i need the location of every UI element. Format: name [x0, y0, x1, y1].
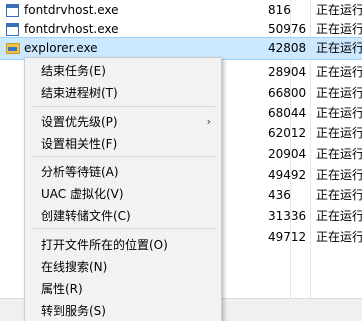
app-window-icon: [6, 0, 22, 21]
properties-item[interactable]: 属性(R): [25, 278, 221, 300]
chevron-right-icon: ›: [206, 115, 211, 128]
menu-item-label: 属性(R): [41, 282, 83, 296]
menu-item-label: 打开文件所在的位置(O): [41, 238, 168, 252]
process-pid: 816: [268, 3, 291, 17]
process-row[interactable]: fontdrvhost.exe 50976 正在运行: [0, 19, 362, 40]
process-pid: 62012: [268, 126, 307, 140]
set-affinity-item[interactable]: 设置相关性(F): [25, 133, 221, 155]
row-icon-placeholder: [6, 123, 22, 144]
process-status: 正在运行: [316, 147, 362, 161]
menu-item-label: 结束进程树(T): [41, 86, 118, 100]
process-status: 正在运行: [316, 86, 362, 100]
row-icon-placeholder: [6, 103, 22, 124]
menu-separator: [33, 156, 215, 157]
process-status: 正在运行: [316, 22, 362, 36]
analyze-wait-chain-item[interactable]: 分析等待链(A): [25, 161, 221, 183]
process-pid: 68044: [268, 106, 307, 120]
menu-item-label: 在线搜索(N): [41, 260, 108, 274]
process-row[interactable]: fontdrvhost.exe 816 正在运行: [0, 0, 362, 21]
folder-icon: [6, 38, 22, 59]
go-to-services-item[interactable]: 转到服务(S): [25, 300, 221, 321]
menu-separator: [33, 106, 215, 107]
menu-item-label: 设置相关性(F): [41, 137, 118, 151]
menu-separator: [33, 228, 215, 229]
process-name: fontdrvhost.exe: [24, 3, 119, 17]
process-status: 正在运行: [316, 65, 362, 79]
process-pid: 31336: [268, 209, 307, 223]
process-status: 正在运行: [316, 3, 362, 17]
menu-item-label: 设置优先级(P): [41, 115, 118, 129]
set-priority-item[interactable]: 设置优先级(P) ›: [25, 111, 221, 133]
process-pid: 28904: [268, 65, 307, 79]
process-status: 正在运行: [316, 168, 362, 182]
process-status: 正在运行: [316, 188, 362, 202]
row-icon-placeholder: [6, 206, 22, 227]
context-menu: 结束任务(E) 结束进程树(T) 设置优先级(P) › 设置相关性(F) 分析等待链(A)…: [24, 57, 222, 321]
process-pid: 49492: [268, 168, 307, 182]
process-pid: 436: [268, 188, 291, 202]
process-pid: 50976: [268, 22, 307, 36]
process-pid: 66800: [268, 86, 307, 100]
open-file-location-item[interactable]: 打开文件所在的位置(O): [25, 234, 221, 256]
process-row[interactable]: explorer.exe 42808 正在运行: [0, 37, 362, 60]
process-name: explorer.exe: [24, 41, 98, 55]
menu-item-label: UAC 虚拟化(V): [41, 187, 124, 201]
end-task-item[interactable]: 结束任务(E): [25, 60, 221, 82]
uac-virtualization-item[interactable]: UAC 虚拟化(V): [25, 183, 221, 205]
process-pid: 49712: [268, 230, 307, 244]
row-icon-placeholder: [6, 62, 22, 83]
menu-item-label: 结束任务(E): [41, 64, 106, 78]
process-name: fontdrvhost.exe: [24, 22, 119, 36]
create-dump-file-item[interactable]: 创建转储文件(C): [25, 205, 221, 227]
process-status: 正在运行: [316, 41, 362, 55]
menu-item-label: 分析等待链(A): [41, 165, 119, 179]
row-icon-placeholder: [6, 185, 22, 206]
app-window-icon: [6, 19, 22, 40]
search-online-item[interactable]: 在线搜索(N): [25, 256, 221, 278]
menu-item-label: 创建转储文件(C): [41, 209, 131, 223]
row-icon-placeholder: [6, 144, 22, 165]
row-icon-placeholder: [6, 165, 22, 186]
process-status: 正在运行: [316, 106, 362, 120]
process-pid: 20904: [268, 147, 307, 161]
process-status: 正在运行: [316, 126, 362, 140]
row-icon-placeholder: [6, 227, 22, 248]
process-status: 正在运行: [316, 209, 362, 223]
process-status: 正在运行: [316, 230, 362, 244]
row-icon-placeholder: [6, 83, 22, 104]
end-process-tree-item[interactable]: 结束进程树(T): [25, 82, 221, 104]
menu-item-label: 转到服务(S): [41, 304, 106, 318]
process-pid: 42808: [268, 41, 307, 55]
